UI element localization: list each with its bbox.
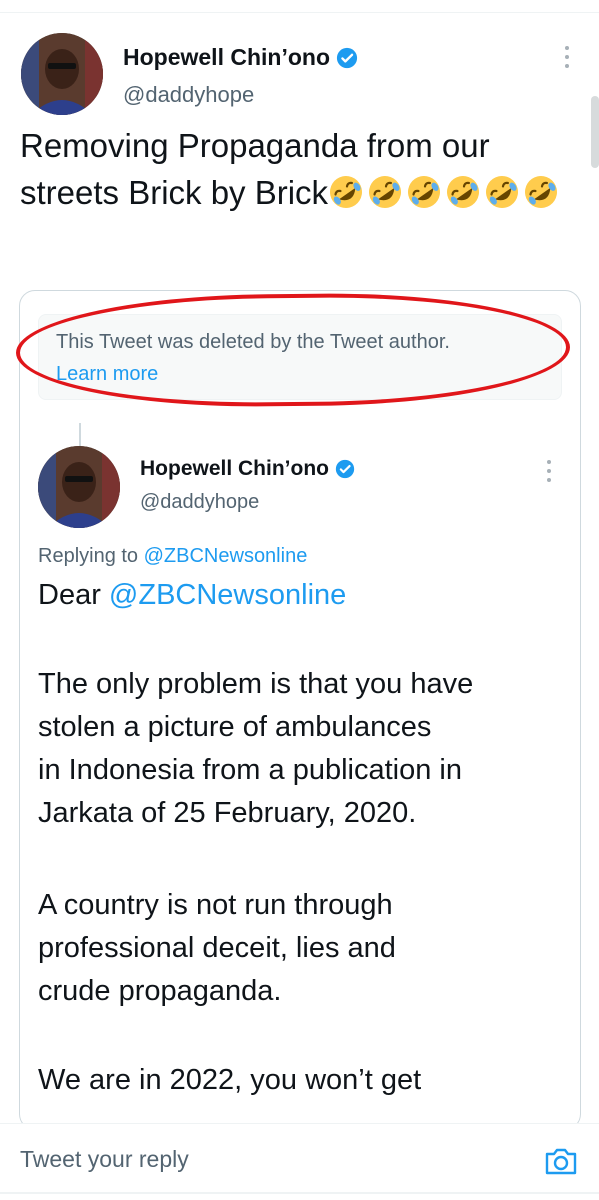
greeting-mention-link[interactable]: @ZBCNewsonline <box>109 579 346 611</box>
rolling-on-floor-laughing-icon <box>484 174 520 210</box>
rolling-on-floor-laughing-icon <box>367 174 403 210</box>
deleted-tweet-notice: This Tweet was deleted by the Tweet auth… <box>38 314 562 400</box>
camera-icon[interactable] <box>544 1145 578 1177</box>
quoted-author-name-text[interactable]: Hopewell Chin’ono <box>140 457 329 481</box>
paragraph-3: We are in 2022, you won’t get <box>38 1059 568 1102</box>
paragraph-line: A country is not run through <box>38 889 393 921</box>
replying-mention-link[interactable]: @ZBCNewsonline <box>144 545 308 567</box>
replying-prefix: Replying to <box>38 545 144 567</box>
rolling-on-floor-laughing-icon <box>523 174 559 210</box>
paragraph-line: stolen a picture of ambulances <box>38 711 432 743</box>
deleted-notice-text: This Tweet was deleted by the Tweet auth… <box>56 331 450 353</box>
reply-input[interactable]: Tweet your reply <box>20 1146 189 1173</box>
more-options-icon[interactable] <box>564 46 570 73</box>
author-name[interactable]: Hopewell Chin’ono <box>123 44 358 71</box>
greeting-prefix: Dear <box>38 579 109 611</box>
quoted-author-name[interactable]: Hopewell Chin’ono <box>140 457 355 481</box>
thread-line <box>79 423 81 447</box>
learn-more-link[interactable]: Learn more <box>56 363 158 386</box>
quoted-avatar[interactable] <box>38 446 120 528</box>
emoji-row <box>328 174 562 211</box>
greeting-line: Dear @ZBCNewsonline <box>38 574 568 617</box>
verified-badge-icon <box>336 47 358 69</box>
verified-badge-icon <box>335 459 355 479</box>
quoted-more-options-icon[interactable] <box>546 460 552 487</box>
scrollbar[interactable] <box>591 96 599 168</box>
author-name-text[interactable]: Hopewell Chin’ono <box>123 44 330 71</box>
rolling-on-floor-laughing-icon <box>328 174 364 210</box>
paragraph-line: in Indonesia from a publication in <box>38 754 462 786</box>
avatar[interactable] <box>21 33 103 115</box>
bottom-line <box>0 1192 599 1194</box>
paragraph-line: The only problem is that you have <box>38 668 474 700</box>
tweet-text: Removing Propaganda from our streets Bri… <box>20 122 580 216</box>
paragraph-line: professional deceit, lies and <box>38 932 396 964</box>
paragraph-line: crude propaganda. <box>38 975 282 1007</box>
top-divider <box>0 12 599 13</box>
replying-to: Replying to @ZBCNewsonline <box>38 545 307 568</box>
paragraph-2: A country is not run through professiona… <box>38 884 568 1013</box>
author-handle[interactable]: @daddyhope <box>123 82 254 108</box>
paragraph-line: We are in 2022, you won’t get <box>38 1064 422 1096</box>
paragraph-1: The only problem is that you have stolen… <box>38 663 568 835</box>
rolling-on-floor-laughing-icon <box>406 174 442 210</box>
rolling-on-floor-laughing-icon <box>445 174 481 210</box>
paragraph-line: Jarkata of 25 February, 2020. <box>38 797 417 829</box>
quoted-author-handle[interactable]: @daddyhope <box>140 491 259 514</box>
